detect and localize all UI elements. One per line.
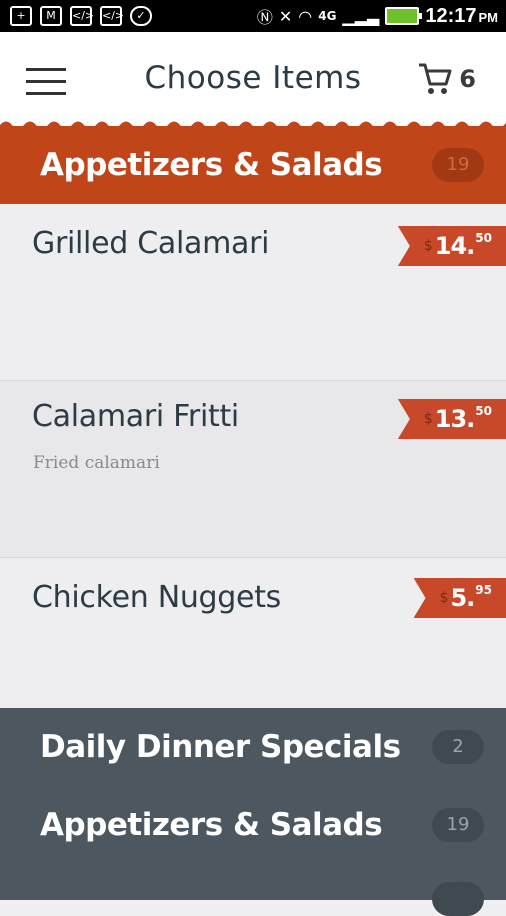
price-tag: $ 14. 50 [397,226,506,266]
mail-icon: M [40,6,62,26]
price-currency: $ [423,238,433,254]
category-header[interactable]: Appetizers & Salads 19 [0,786,506,865]
menu-item[interactable]: Calamari Fritti Fried calamari $ 13. 50 [0,381,506,558]
battery-icon [385,7,423,25]
price-main: 5. [450,584,475,612]
category-header[interactable]: Daily Dinner Specials 2 [0,708,506,787]
chat-icon: ✓ [130,6,152,26]
signal-icon: ▁▂▃ [342,6,380,26]
code-icon: </> [100,6,124,26]
menu-item[interactable]: Grilled Calamari $ 14. 50 [0,204,506,381]
price-cents: 50 [475,404,492,418]
status-bar: + M </> </> ✓ Ⓝ ✕ ◠ 4G ▁▂▃ 12:17 PM [0,0,506,32]
category-name: Appetizers & Salads [40,147,383,183]
wifi-icon: ◠ [298,6,313,26]
item-name: Calamari Fritti [32,399,239,434]
nfc-icon: Ⓝ [256,8,273,27]
add-icon: + [10,6,32,26]
price-main: 14. [434,232,476,260]
wavy-divider [0,121,506,132]
category-count-partial [432,882,484,916]
code-icon: </> [70,6,94,26]
price-tag: $ 5. 95 [413,578,506,618]
category-count: 19 [432,148,484,182]
clock: 12:17 PM [425,5,498,28]
category-count: 2 [432,730,484,764]
menu-item[interactable]: Chicken Nuggets $ 5. 95 [0,558,506,708]
cart-button[interactable]: 6 [417,62,476,96]
price-currency: $ [423,411,433,427]
price-main: 13. [434,405,476,433]
item-description: Fried calamari [33,453,160,473]
category-name: Daily Dinner Specials [40,729,401,765]
item-name: Chicken Nuggets [32,580,281,615]
category-header-active[interactable]: Appetizers & Salads 19 [0,126,506,204]
clock-ampm: PM [478,9,499,25]
price-tag: $ 13. 50 [397,399,506,439]
price-cents: 95 [475,583,492,597]
system-icons: Ⓝ ✕ ◠ 4G ▁▂▃ 12:17 PM [257,4,498,28]
item-name: Grilled Calamari [32,226,270,261]
category-name: Appetizers & Salads [40,807,383,843]
notification-icons: + M </> </> ✓ [10,6,152,26]
cart-icon [419,63,452,94]
category-header-partial[interactable] [0,864,506,916]
clock-time: 12:17 [425,4,477,27]
app-header: Choose Items 6 [0,32,506,128]
bluetooth-icon: ✕ [278,6,293,26]
cart-count: 6 [459,65,476,93]
price-currency: $ [439,590,449,606]
network-type-label: 4G [318,9,337,23]
price-cents: 50 [475,231,492,245]
category-count: 19 [432,808,484,842]
